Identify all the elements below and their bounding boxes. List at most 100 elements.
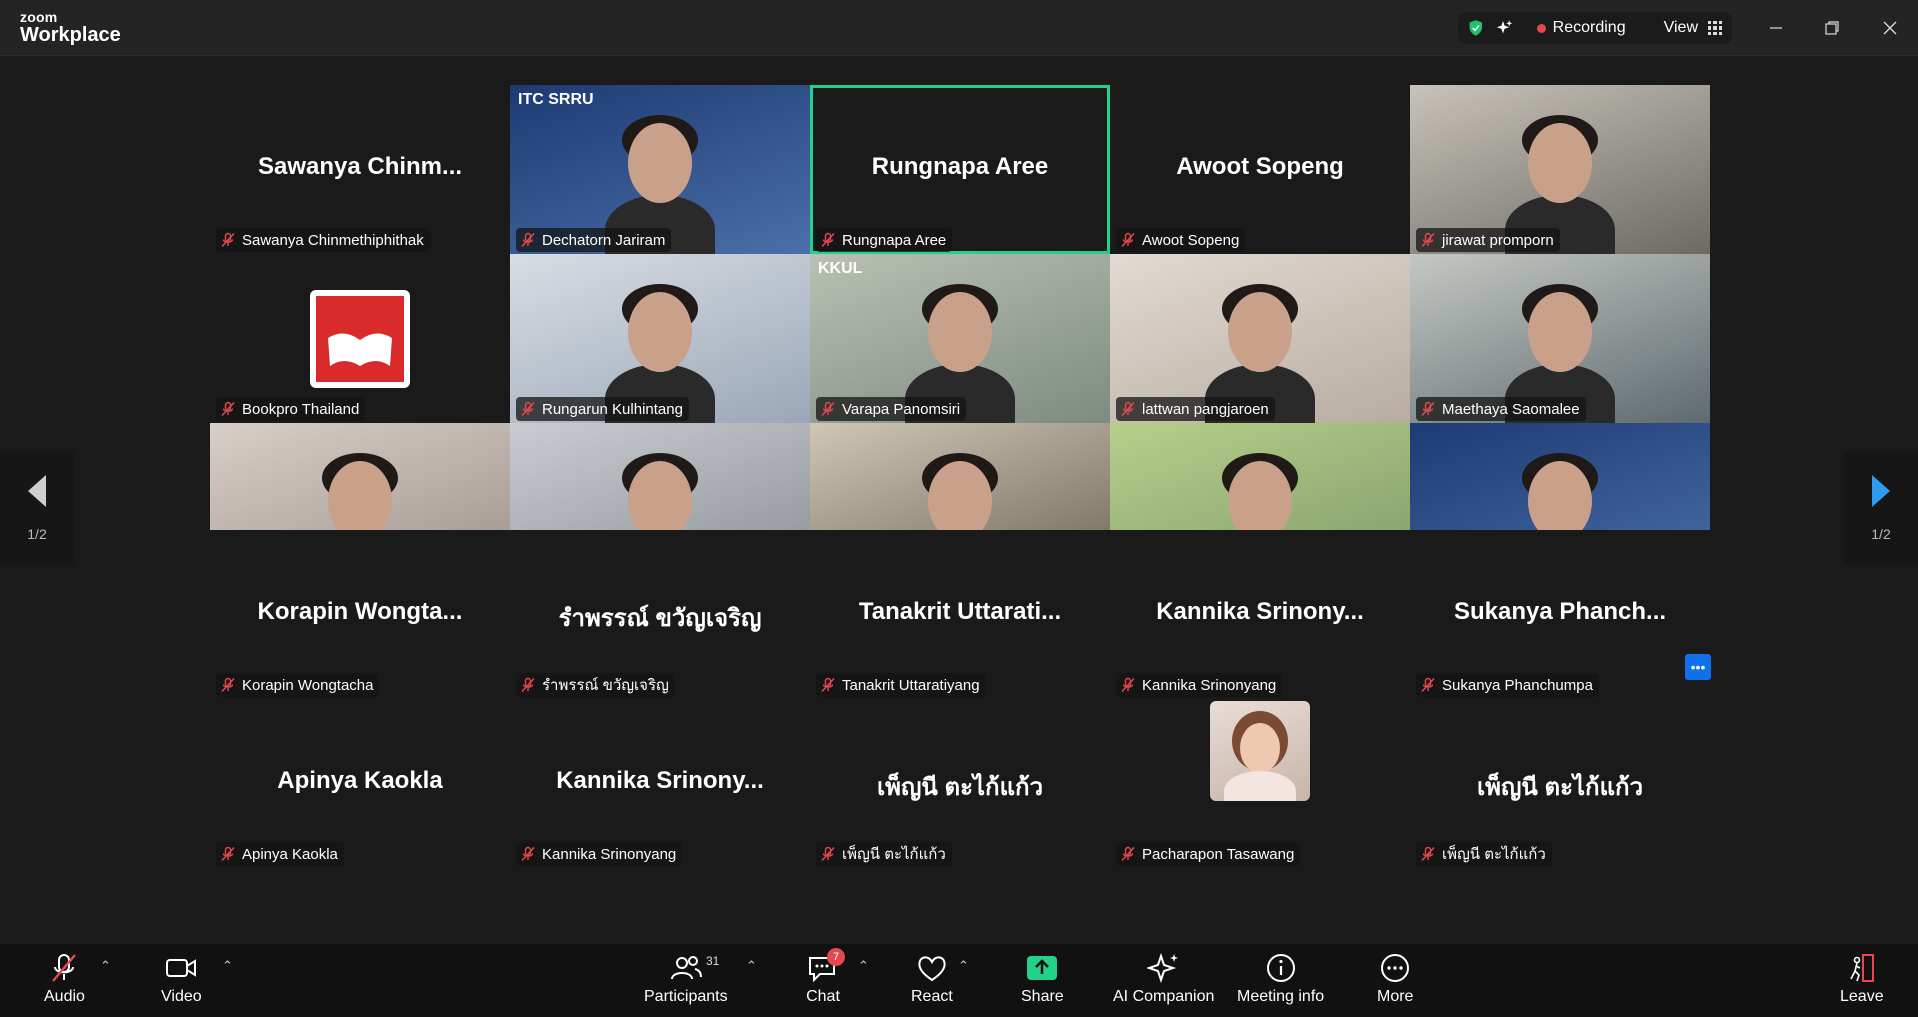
audio-button[interactable]: Audio xyxy=(44,952,85,1006)
participant-name: Korapin Wongtacha xyxy=(242,676,374,694)
participant-tile[interactable]: lattwan pangjaroen xyxy=(1110,254,1410,423)
participant-tile[interactable]: Pacharapon Tasawang xyxy=(1110,699,1410,868)
participant-tile[interactable]: KKUL Varapa Panomsiri xyxy=(810,254,1110,423)
leave-button[interactable]: Leave xyxy=(1840,952,1884,1006)
video-options-caret-icon[interactable]: ⌃ xyxy=(222,958,233,974)
participant-name: เพ็ญนี ตะไก้แก้ว xyxy=(1442,846,1546,863)
participant-display-name: เพ็ญนี ตะไก้แก้ว xyxy=(876,774,1044,801)
microphone-muted-icon xyxy=(521,677,535,693)
participant-nameplate: lattwan pangjaroen xyxy=(1116,397,1275,421)
participant-tile[interactable]: เพ็ญนี ตะไก้แก้ว เพ็ญนี ตะไก้แก้ว xyxy=(810,699,1110,868)
microphone-muted-icon xyxy=(221,232,235,248)
video-camera-icon xyxy=(166,959,197,977)
react-label: React xyxy=(911,988,953,1005)
minimize-button[interactable] xyxy=(1762,14,1790,42)
recording-indicator[interactable]: Recording xyxy=(1536,19,1626,37)
encryption-shield-icon[interactable] xyxy=(1468,17,1484,39)
ai-companion-button[interactable]: AI Companion xyxy=(1113,952,1214,1006)
video-button[interactable]: Video xyxy=(161,952,202,1006)
participant-tile[interactable]: Rungarun Kulhintang xyxy=(510,254,810,423)
participant-tile[interactable]: Sukanya Phanch... Sukanya Phanchumpa xyxy=(1410,530,1710,699)
participant-tile[interactable]: Korapin Wongta... Korapin Wongtacha xyxy=(210,530,510,699)
meeting-toolbar: Audio ⌃ Video ⌃ Participants 31 ⌃ Chat 7… xyxy=(0,944,1918,1017)
participant-tile[interactable]: Kannika Srinony... Kannika Srinonyang xyxy=(510,699,810,868)
participant-nameplate: เพ็ญนี ตะไก้แก้ว xyxy=(1416,842,1552,866)
participant-nameplate: Sukanya Phanchumpa xyxy=(1416,673,1599,697)
close-icon xyxy=(1883,21,1897,35)
participant-name: Varapa Panomsiri xyxy=(842,400,961,418)
share-button[interactable]: Share xyxy=(1021,952,1064,1006)
participant-tile[interactable]: Tanakrit Uttarati... Tanakrit Uttaratiyan… xyxy=(810,530,1110,699)
participant-name: Bookpro Thailand xyxy=(242,400,360,418)
participant-tile[interactable]: Bookpro Thailand xyxy=(210,254,510,423)
participant-nameplate: Kannika Srinonyang xyxy=(1116,673,1283,697)
participant-display-name: เพ็ญนี ตะไก้แก้ว xyxy=(1476,774,1644,801)
microphone-muted-icon xyxy=(1421,846,1435,862)
leave-label: Leave xyxy=(1840,988,1884,1005)
participant-display-name: Apinya Kaokla xyxy=(277,767,443,794)
participant-tile[interactable]: Maethaya Saomalee xyxy=(1410,254,1710,423)
participant-name: Sukanya Phanchumpa xyxy=(1442,676,1593,694)
react-button[interactable]: React xyxy=(911,952,953,1006)
participant-nameplate: Kannika Srinonyang xyxy=(516,842,683,866)
view-label: View xyxy=(1663,19,1698,36)
participant-name: รำพรรณ์ ขวัญเจริญ xyxy=(542,677,669,694)
react-options-caret-icon[interactable]: ⌃ xyxy=(958,958,969,974)
participant-display-name: Sawanya Chinm... xyxy=(257,153,463,180)
heart-icon xyxy=(918,956,946,982)
ai-companion-label: AI Companion xyxy=(1113,988,1215,1005)
microphone-muted-icon xyxy=(821,677,835,693)
previous-page-button[interactable]: 1/2 xyxy=(0,452,74,564)
participant-tile[interactable]: Apinya Kaokla Apinya Kaokla xyxy=(210,699,510,868)
participant-tile[interactable]: Awoot Sopeng Awoot Sopeng xyxy=(1110,85,1410,254)
participant-tile[interactable]: รำพรรณ์ ขวัญเจริญ รำพรรณ์ ขวัญเจริญ xyxy=(510,530,810,699)
participant-nameplate: Sawanya Chinmethiphithak xyxy=(216,228,430,252)
participant-display-name: รำพรรณ์ ขวัญเจริญ xyxy=(558,605,762,632)
background-banner: ITC SRRU xyxy=(518,91,594,108)
microphone-muted-icon xyxy=(521,846,535,862)
background-banner: KKUL xyxy=(818,260,863,277)
participant-nameplate: Korapin Wongtacha xyxy=(216,673,380,697)
view-button[interactable]: View xyxy=(1664,19,1722,37)
chat-options-caret-icon[interactable]: ⌃ xyxy=(858,958,869,974)
chevron-right-icon xyxy=(1872,475,1890,507)
microphone-muted-icon xyxy=(521,401,535,417)
tile-more-options-button[interactable]: ••• xyxy=(1685,654,1711,680)
microphone-muted-icon xyxy=(821,846,835,862)
info-icon xyxy=(1266,954,1295,982)
next-page-button[interactable]: 1/2 xyxy=(1844,452,1918,564)
microphone-muted-icon xyxy=(821,401,835,417)
participant-name: Maethaya Saomalee xyxy=(1442,400,1580,418)
microphone-muted-icon xyxy=(221,401,235,417)
participants-label: Participants xyxy=(644,988,728,1005)
participant-display-name: Korapin Wongta... xyxy=(257,598,463,625)
participant-tile[interactable]: เพ็ญนี ตะไก้แก้ว เพ็ญนี ตะไก้แก้ว xyxy=(1410,699,1710,868)
participant-nameplate: Rungarun Kulhintang xyxy=(516,397,689,421)
close-button[interactable] xyxy=(1876,14,1904,42)
participant-tile[interactable]: Rungnapa Aree Rungnapa Aree xyxy=(810,85,1110,254)
participant-name: Apinya Kaokla xyxy=(242,845,338,863)
meeting-info-button[interactable]: Meeting info xyxy=(1237,952,1324,1006)
audio-options-caret-icon[interactable]: ⌃ xyxy=(100,958,111,974)
microphone-muted-icon xyxy=(221,846,235,862)
ai-sparkle-icon[interactable] xyxy=(1496,17,1513,39)
more-button[interactable]: More xyxy=(1377,952,1413,1006)
participant-display-name: Kannika Srinony... xyxy=(556,767,764,794)
chat-unread-badge: 7 xyxy=(827,948,845,966)
participant-tile[interactable]: jirawat promporn xyxy=(1410,85,1710,254)
bookpro-logo-icon xyxy=(310,290,410,388)
participant-nameplate: Apinya Kaokla xyxy=(216,842,344,866)
recording-dot-icon xyxy=(1536,23,1546,33)
participant-tile[interactable]: Kannika Srinony... Kannika Srinonyang xyxy=(1110,530,1410,699)
participant-tile[interactable]: Sawanya Chinm... Sawanya Chinmethiphithak xyxy=(210,85,510,254)
participant-tile[interactable]: ITC SRRU Dechatorn Jariram xyxy=(510,85,810,254)
restore-button[interactable] xyxy=(1818,14,1846,42)
zoom-logo: zoom Workplace xyxy=(20,10,121,45)
meeting-status-pill: Recording View xyxy=(1458,12,1732,44)
participants-options-caret-icon[interactable]: ⌃ xyxy=(746,958,757,974)
participants-count: 31 xyxy=(706,954,720,968)
recording-label: Recording xyxy=(1552,19,1626,36)
participant-name: Rungnapa Aree xyxy=(842,231,947,249)
participant-display-name: Tanakrit Uttarati... xyxy=(858,598,1062,625)
participant-nameplate: Rungnapa Aree xyxy=(816,228,953,252)
